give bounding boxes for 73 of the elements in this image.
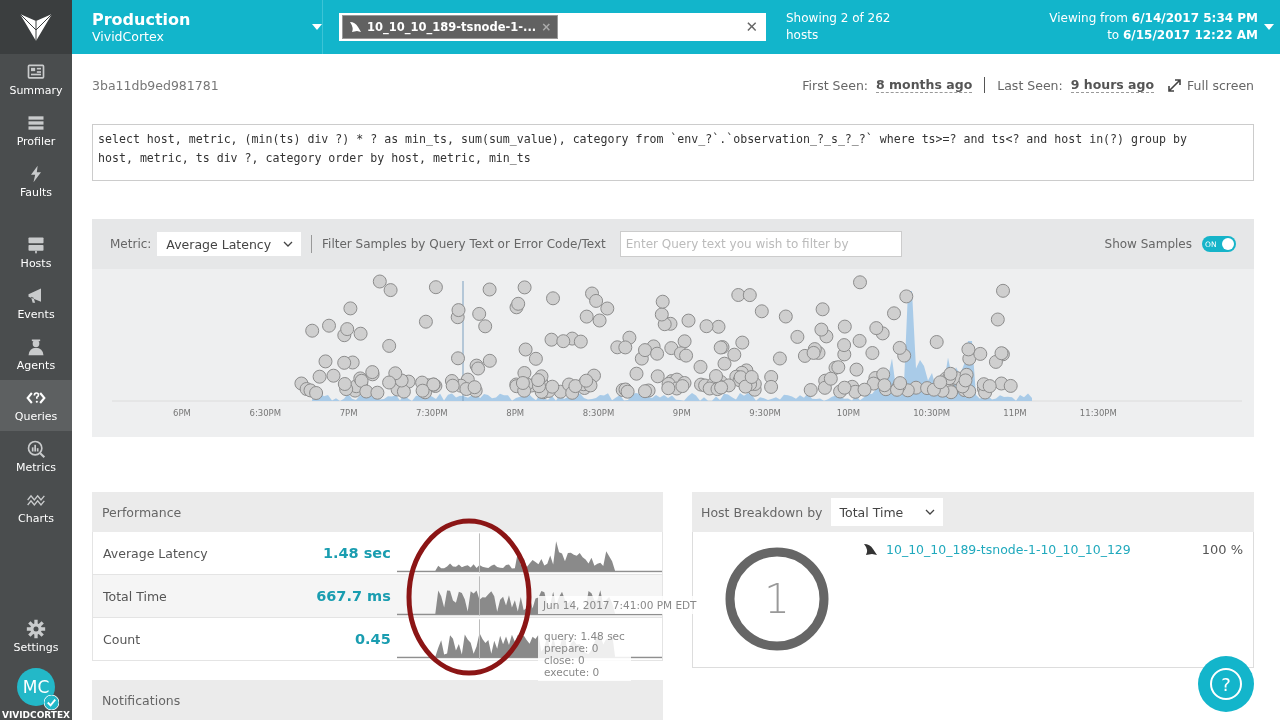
- sidebar-item[interactable]: Settings: [0, 611, 72, 662]
- metric-value: 0.45: [354, 631, 391, 647]
- dolphin-icon: [349, 21, 362, 33]
- nav-icon: [26, 113, 46, 133]
- sidebar-item[interactable]: Faults: [0, 156, 72, 207]
- nav-icon: [26, 439, 46, 459]
- expand-icon: [1168, 78, 1182, 92]
- organization-name: VividCortex: [92, 29, 165, 44]
- environment-name: Production: [92, 10, 192, 29]
- metric-value: 667.7 ms: [315, 588, 391, 604]
- time-axis-label: 7:30PM: [415, 408, 449, 418]
- caret-icon[interactable]: [1264, 24, 1274, 30]
- time-axis-label: 10:30PM: [912, 408, 952, 418]
- filter-input[interactable]: Enter Query text you wish to filter by: [619, 231, 902, 257]
- host-tag[interactable]: 10_10_10_189-tsnode-1-... ×: [342, 15, 559, 39]
- time-axis-label: 8PM: [505, 408, 526, 418]
- metric-name: Count: [102, 631, 142, 647]
- sidebar-item[interactable]: Agents: [0, 329, 72, 380]
- tooltip-line: query: 1.48 sec: [544, 630, 625, 642]
- tooltip-line: prepare: 0: [544, 642, 600, 654]
- settings-icon: [26, 619, 46, 639]
- time-range-end: to 6/15/2017 12:22 AM: [1106, 27, 1258, 44]
- sidebar-item[interactable]: Metrics: [0, 431, 72, 482]
- host-count: Showing 2 of 262 hosts: [786, 10, 892, 44]
- time-axis-label: 7PM: [338, 408, 359, 418]
- chevron-icon: [925, 509, 936, 515]
- time-axis-label: 9:30PM: [748, 408, 782, 418]
- dolphin-icon: [863, 543, 878, 556]
- chevron-icon: [283, 241, 294, 247]
- sidebar-item[interactable]: Charts: [0, 482, 72, 533]
- time-axis-label: 11:30PM: [1078, 408, 1118, 418]
- sidebar-item[interactable]: Profiler: [0, 105, 72, 156]
- sidebar-item[interactable]: Hosts: [0, 227, 72, 278]
- performance-header: Performance: [92, 492, 663, 532]
- sidebar-item[interactable]: Events: [0, 278, 72, 329]
- host-count-number: 1: [763, 575, 791, 624]
- host-share: 100 %: [1201, 542, 1243, 557]
- breakdown-select[interactable]: Total Time: [830, 498, 944, 526]
- first-seen-value: 8 months ago: [876, 77, 973, 93]
- caret-icon[interactable]: [312, 24, 322, 30]
- metric-select[interactable]: Average Latency: [157, 232, 302, 256]
- sidebar-item[interactable]: Queries: [0, 380, 72, 431]
- nav-icon: [26, 62, 46, 82]
- metric-value: 1.48 sec: [321, 545, 391, 561]
- filter-label: Filter Samples by Query Text or Error Code/Text: [322, 237, 606, 251]
- copyright-text: VIVIDCORTEX: [0, 710, 72, 720]
- time-range-start: Viewing from 6/14/2017 5:34 PM: [1049, 10, 1258, 27]
- metric-name: Average Latency: [102, 545, 209, 561]
- time-axis-label: 9PM: [671, 408, 692, 418]
- metric-name: Total Time: [102, 588, 168, 604]
- time-axis-label: 10PM: [835, 408, 862, 418]
- sidebar-item[interactable]: Summary: [0, 54, 72, 105]
- time-axis-label: 11PM: [1002, 408, 1028, 418]
- time-axis-label: 6PM: [172, 408, 192, 418]
- first-seen-label: First Seen:: [802, 77, 869, 93]
- query-id: 3ba11db9ed981781: [92, 77, 219, 93]
- metric-label: Metric:: [110, 237, 152, 251]
- time-axis-label: 6:30PM: [248, 408, 283, 418]
- show-samples-label: Show Samples: [1104, 237, 1192, 251]
- logo-icon: [19, 12, 53, 42]
- fullscreen-link[interactable]: Full screen: [1168, 77, 1254, 93]
- host-filter-field[interactable]: 10_10_10_189-tsnode-1-... × ✕: [339, 13, 766, 41]
- nav-icon: [26, 235, 46, 255]
- last-seen-label: Last Seen:: [997, 77, 1063, 93]
- notifications-header: Notifications: [92, 680, 663, 720]
- breakdown-label: Host Breakdown by: [701, 504, 823, 520]
- query-text-area[interactable]: select host, metric, (min(ts) div ?) * ? as min_ts, sum(sum_value), category from `env_?`.`observation_?_s_?_?` where ts>=? and ts<? and host in(?) group by host, metric, ts div ?, category order by host, metric, min_ts: [92, 124, 1254, 181]
- clear-icon[interactable]: ✕: [745, 18, 758, 36]
- last-seen-value: 9 hours ago: [1070, 77, 1155, 93]
- tooltip-line: close: 0: [544, 654, 586, 666]
- time-axis-label: 8:30PM: [581, 408, 616, 418]
- tooltip-line: execute: 0: [544, 666, 601, 678]
- nav-icon: [26, 337, 46, 357]
